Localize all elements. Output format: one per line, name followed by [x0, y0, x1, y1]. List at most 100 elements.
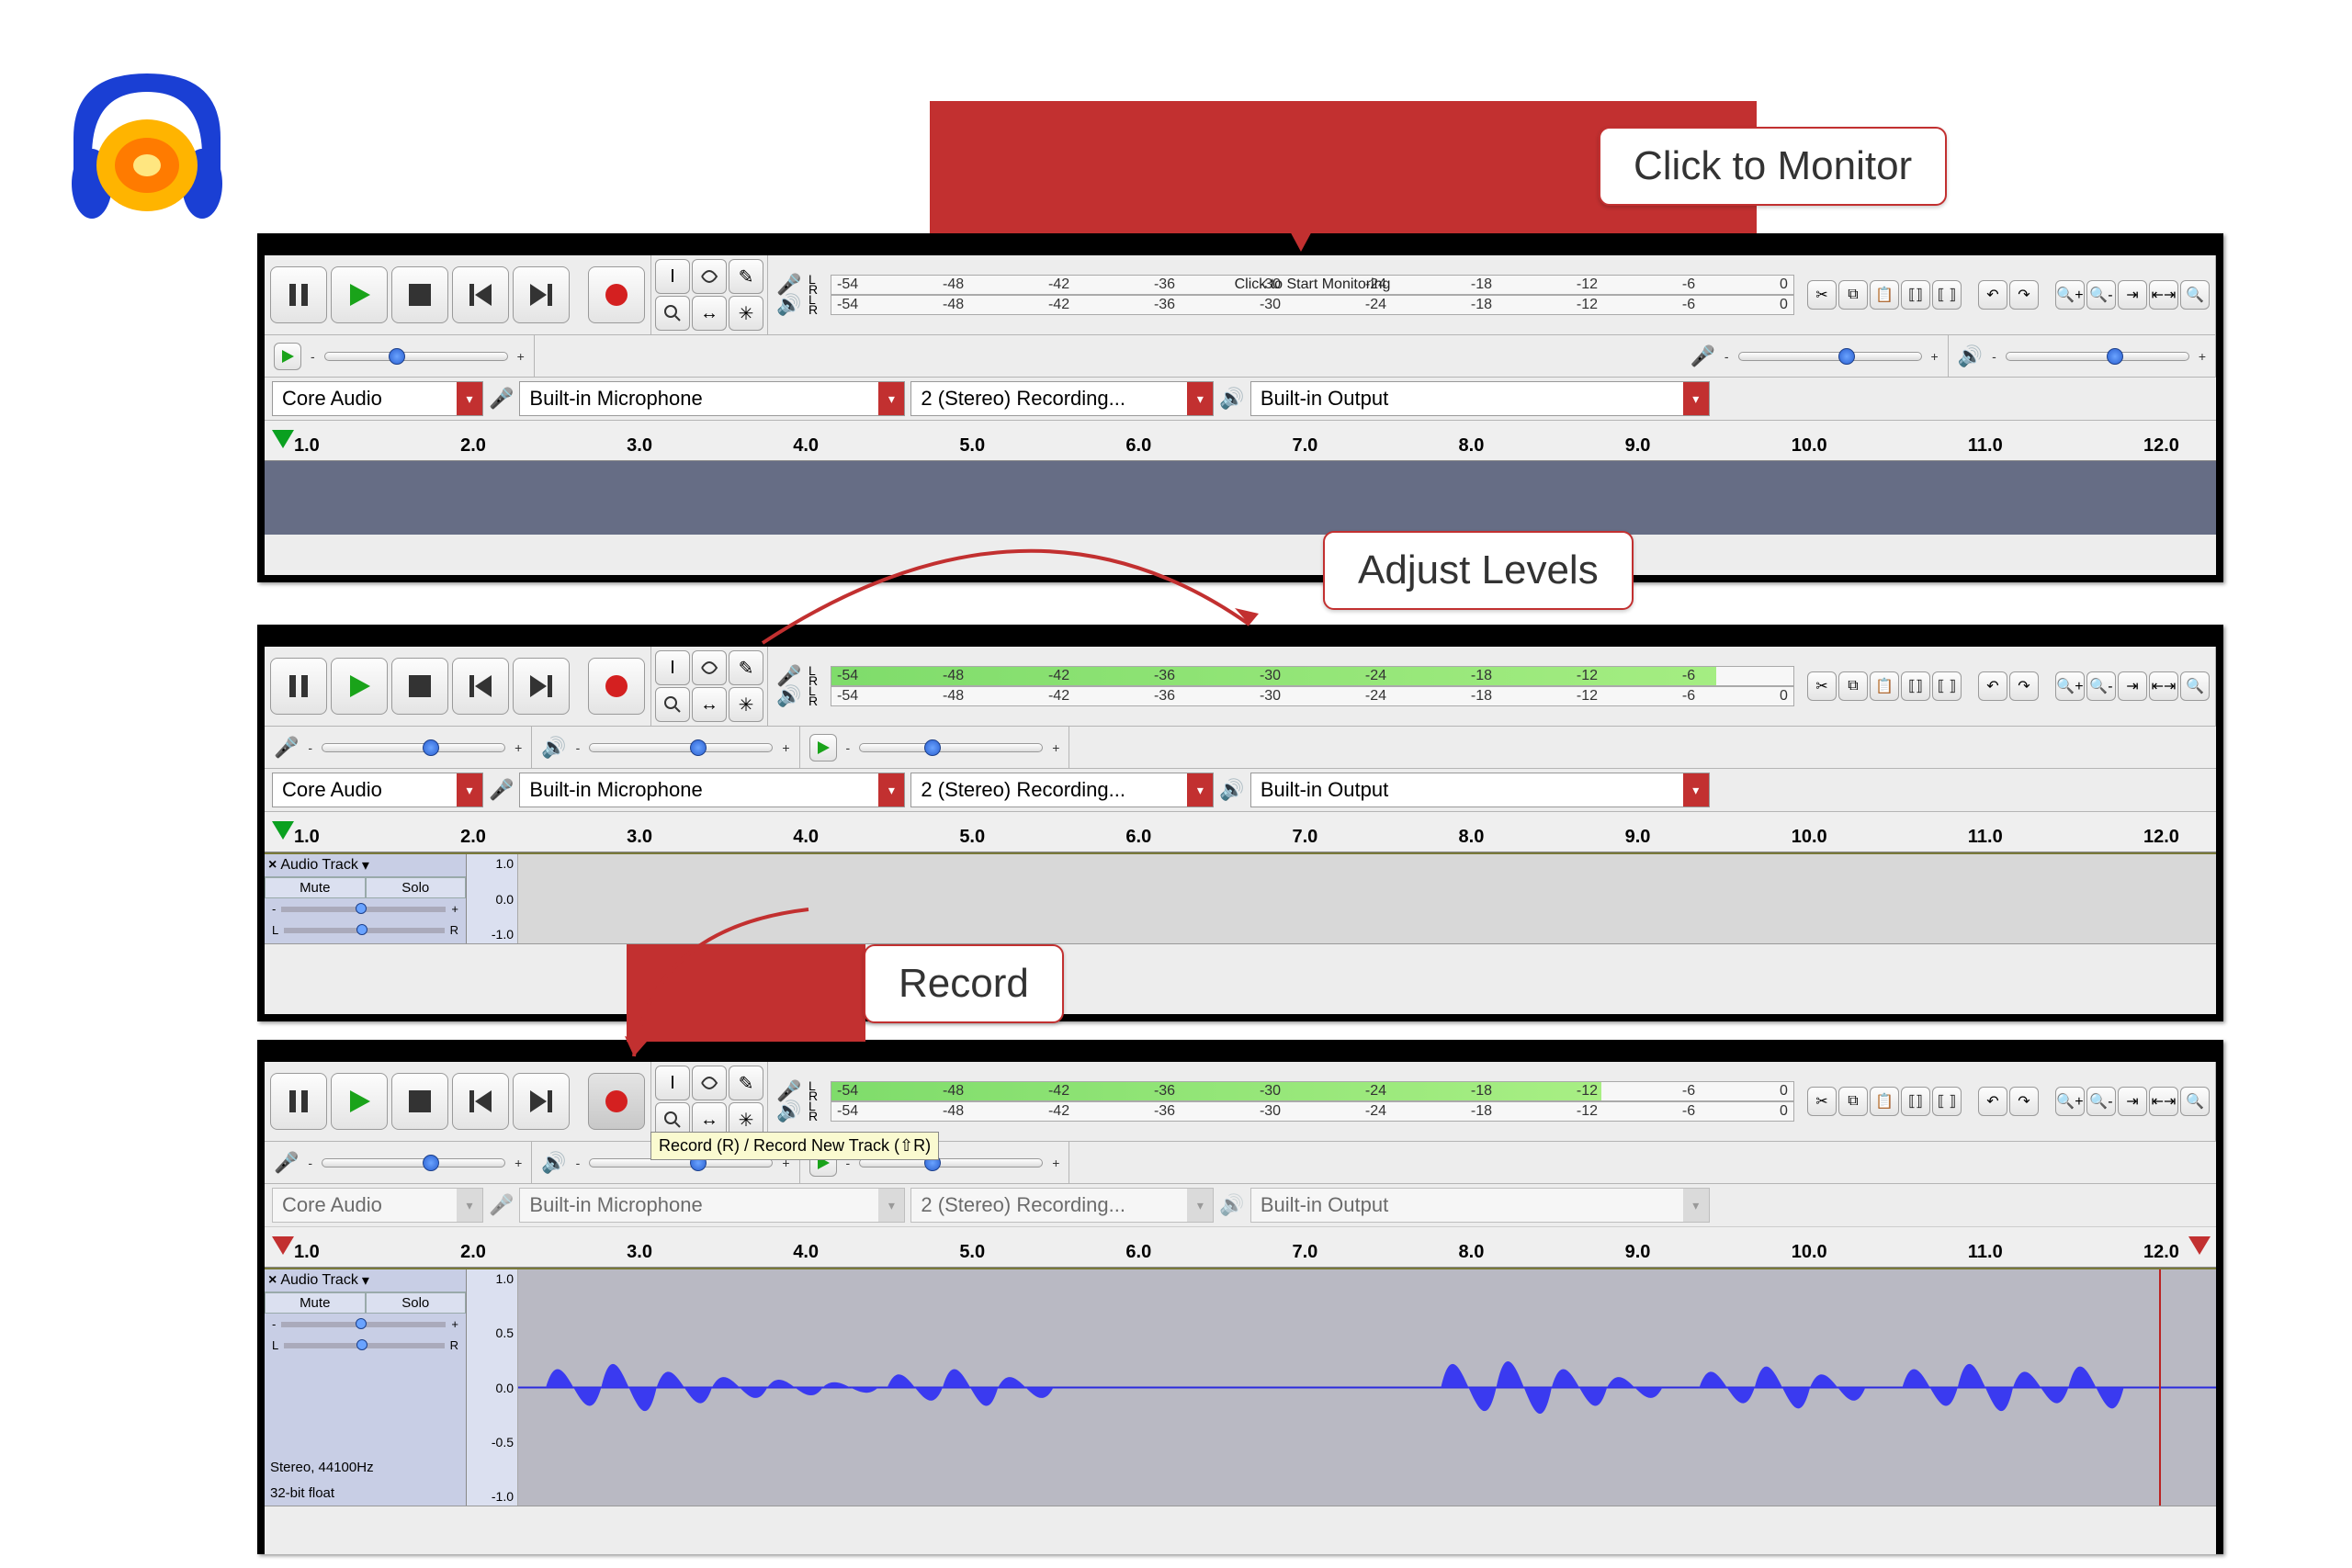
envelope-tool-icon[interactable]	[692, 650, 727, 685]
play-button[interactable]	[331, 266, 388, 323]
stop-button[interactable]	[391, 266, 448, 323]
track-control-panel[interactable]: × Audio Track ▾ Mute Solo -+ LR	[265, 854, 467, 943]
trim-icon[interactable]: ⟦⟧	[1901, 280, 1930, 310]
mute-button[interactable]: Mute	[265, 1292, 366, 1314]
play-button[interactable]	[331, 1073, 388, 1130]
zoom-in-icon[interactable]: 🔍+	[2055, 1087, 2085, 1116]
recording-channels-dropdown[interactable]: 2 (Stereo) Recording...▾	[910, 773, 1214, 807]
skip-start-button[interactable]	[452, 658, 509, 715]
close-track-icon[interactable]: ×	[268, 1272, 277, 1289]
skip-start-button[interactable]	[452, 1073, 509, 1130]
fit-project-icon[interactable]: ⇤⇥	[2149, 671, 2178, 701]
fit-selection-icon[interactable]: ⇥	[2118, 671, 2147, 701]
playback-device-dropdown[interactable]: Built-in Output▾	[1250, 381, 1710, 416]
play-button[interactable]	[331, 658, 388, 715]
playback-volume-slider[interactable]	[589, 743, 773, 752]
waveform-area[interactable]	[518, 1269, 2216, 1506]
mute-button[interactable]: Mute	[265, 877, 366, 898]
play-head-marker[interactable]	[272, 430, 294, 448]
silence-icon[interactable]: ⟦ ⟧	[1932, 671, 1962, 701]
play-head-marker[interactable]	[272, 821, 294, 840]
solo-button[interactable]: Solo	[366, 1292, 467, 1314]
fit-selection-icon[interactable]: ⇥	[2118, 280, 2147, 310]
audio-host-dropdown[interactable]: Core Audio▾	[272, 381, 483, 416]
paste-icon[interactable]: 📋	[1870, 280, 1899, 310]
copy-icon[interactable]: ⧉	[1838, 1087, 1868, 1116]
skip-end-button[interactable]	[513, 658, 570, 715]
pan-slider[interactable]	[284, 928, 444, 933]
recording-volume-slider[interactable]	[322, 1158, 505, 1168]
redo-icon[interactable]: ↷	[2009, 280, 2039, 310]
playback-speed-slider[interactable]	[324, 352, 508, 361]
paste-icon[interactable]: 📋	[1870, 1087, 1899, 1116]
audio-host-dropdown[interactable]: Core Audio▾	[272, 773, 483, 807]
close-track-icon[interactable]: ×	[268, 857, 277, 874]
stop-button[interactable]	[391, 1073, 448, 1130]
copy-icon[interactable]: ⧉	[1838, 671, 1868, 701]
play-head-marker[interactable]	[272, 1236, 294, 1255]
recording-device-dropdown[interactable]: Built-in Microphone▾	[519, 773, 905, 807]
zoom-in-icon[interactable]: 🔍+	[2055, 671, 2085, 701]
cut-icon[interactable]: ✂	[1807, 671, 1837, 701]
trim-icon[interactable]: ⟦⟧	[1901, 671, 1930, 701]
start-monitoring-text[interactable]: Click to Start Monitoring	[1235, 276, 1391, 293]
trim-icon[interactable]: ⟦⟧	[1901, 1087, 1930, 1116]
stop-button[interactable]	[391, 658, 448, 715]
playback-speed-slider[interactable]	[859, 743, 1043, 752]
redo-icon[interactable]: ↷	[2009, 671, 2039, 701]
undo-icon[interactable]: ↶	[1978, 280, 2007, 310]
timeshift-tool-icon[interactable]: ↔	[692, 296, 727, 331]
track-menu-chevron-icon[interactable]: ▾	[362, 1271, 369, 1290]
copy-icon[interactable]: ⧉	[1838, 280, 1868, 310]
solo-button[interactable]: Solo	[366, 877, 467, 898]
undo-icon[interactable]: ↶	[1978, 1087, 2007, 1116]
zoom-out-icon[interactable]: 🔍-	[2086, 280, 2116, 310]
cut-icon[interactable]: ✂	[1807, 1087, 1837, 1116]
playback-volume-slider[interactable]	[2006, 352, 2189, 361]
pause-button[interactable]	[270, 1073, 327, 1130]
recording-channels-dropdown[interactable]: 2 (Stereo) Recording...▾	[910, 381, 1214, 416]
zoom-out-icon[interactable]: 🔍-	[2086, 671, 2116, 701]
playback-device-dropdown[interactable]: Built-in Output▾	[1250, 773, 1710, 807]
timeline-ruler[interactable]: 1.02.03.04.05.06.07.08.09.010.011.012.0	[265, 421, 2216, 461]
recording-volume-slider[interactable]	[322, 743, 505, 752]
recording-meter[interactable]: 🎤 LR -54-48-42-36-30-24-18-12-60 Click t…	[768, 255, 1802, 334]
multi-tool-icon[interactable]: ✳	[729, 296, 763, 331]
record-button[interactable]	[588, 658, 645, 715]
timeline-ruler[interactable]: 1.02.03.04.05.06.07.08.09.010.011.012.0	[265, 812, 2216, 852]
zoom-toggle-icon[interactable]: 🔍	[2180, 280, 2210, 310]
play-at-speed-button[interactable]	[809, 734, 837, 761]
envelope-tool-icon[interactable]	[692, 259, 727, 294]
zoom-tool-icon[interactable]	[655, 296, 690, 331]
silence-icon[interactable]: ⟦ ⟧	[1932, 1087, 1962, 1116]
pan-slider[interactable]	[284, 1343, 444, 1348]
zoom-toggle-icon[interactable]: 🔍	[2180, 671, 2210, 701]
paste-icon[interactable]: 📋	[1870, 671, 1899, 701]
fit-selection-icon[interactable]: ⇥	[2118, 1087, 2147, 1116]
draw-tool-icon[interactable]: ✎	[729, 259, 763, 294]
gain-slider[interactable]	[281, 1322, 446, 1327]
recording-volume-slider[interactable]	[1738, 352, 1922, 361]
record-button[interactable]	[588, 266, 645, 323]
zoom-out-icon[interactable]: 🔍-	[2086, 1087, 2116, 1116]
selection-tool-icon[interactable]: I	[655, 259, 690, 294]
timeshift-tool-icon[interactable]: ↔	[692, 687, 727, 722]
pause-button[interactable]	[270, 658, 327, 715]
selection-tool-icon[interactable]: I	[655, 650, 690, 685]
timeline-ruler[interactable]: 1.02.03.04.05.06.07.08.09.010.011.012.0	[265, 1227, 2216, 1268]
play-at-speed-button[interactable]	[274, 343, 301, 370]
recording-device-dropdown[interactable]: Built-in Microphone▾	[519, 381, 905, 416]
zoom-in-icon[interactable]: 🔍+	[2055, 280, 2085, 310]
skip-start-button[interactable]	[452, 266, 509, 323]
recording-meter[interactable]: 🎤 LR -54-48-42-36-30-24-18-12-60 🔊 LR -5…	[768, 1062, 1802, 1141]
skip-end-button[interactable]	[513, 266, 570, 323]
redo-icon[interactable]: ↷	[2009, 1087, 2039, 1116]
fit-project-icon[interactable]: ⇤⇥	[2149, 280, 2178, 310]
cut-icon[interactable]: ✂	[1807, 280, 1837, 310]
pause-button[interactable]	[270, 266, 327, 323]
track-menu-chevron-icon[interactable]: ▾	[362, 856, 369, 874]
skip-end-button[interactable]	[513, 1073, 570, 1130]
zoom-toggle-icon[interactable]: 🔍	[2180, 1087, 2210, 1116]
fit-project-icon[interactable]: ⇤⇥	[2149, 1087, 2178, 1116]
zoom-tool-icon[interactable]	[655, 687, 690, 722]
